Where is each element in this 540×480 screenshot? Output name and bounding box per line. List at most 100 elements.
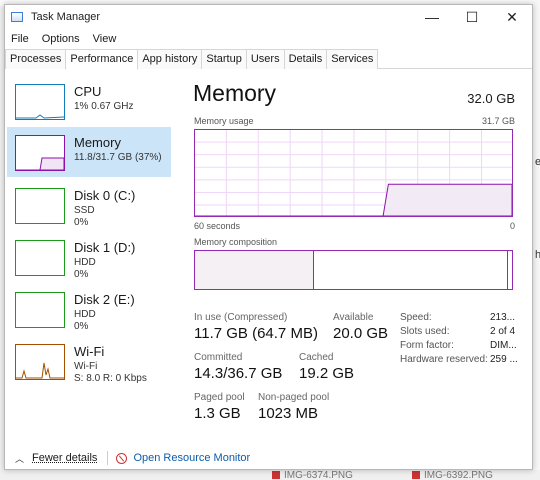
- menu-options[interactable]: Options: [42, 33, 80, 45]
- resource-item-disk-0[interactable]: Disk 0 (C:) SSD 0%: [7, 180, 171, 230]
- usage-graph-label: Memory usage: [194, 116, 254, 126]
- resource-name: Wi-Fi: [74, 344, 105, 359]
- image-file-icon: [412, 471, 420, 479]
- footer-bar: ︿ Fewer details Open Resource Monitor: [5, 446, 532, 470]
- stat-value: 20.0 GB: [333, 325, 389, 342]
- menu-view[interactable]: View: [93, 33, 117, 45]
- resource-detail: 1% 0.67 GHz: [74, 101, 134, 112]
- background-file-name: IMG-6374.PNG: [284, 470, 353, 480]
- cpu-thumbnail-graph: [15, 84, 65, 120]
- resource-type: HDD: [74, 257, 96, 268]
- memory-thumbnail-graph: [15, 135, 65, 171]
- fewer-details-link[interactable]: Fewer details: [32, 452, 97, 464]
- property-row: Form factor: DIM...: [400, 340, 520, 354]
- stat-committed: Committed 14.3/36.7 GB: [194, 352, 282, 382]
- wifi-sparkline: [16, 362, 64, 379]
- cpu-sparkline: [16, 114, 64, 119]
- resource-name: CPU: [74, 84, 102, 99]
- memory-properties: Speed: 213... Slots used: 2 of 4 Form fact…: [400, 312, 520, 368]
- wifi-thumbnail-graph: [15, 344, 65, 380]
- resource-name: Memory: [74, 135, 121, 150]
- tab-details[interactable]: Details: [283, 49, 328, 69]
- composition-label: Memory composition: [194, 237, 278, 247]
- footer-divider: [107, 451, 109, 465]
- background-text: ev: [535, 156, 540, 168]
- resource-item-disk-2[interactable]: Disk 2 (E:) HDD 0%: [7, 284, 171, 334]
- memory-sparkline: [16, 157, 64, 170]
- resource-detail: 0%: [74, 269, 89, 280]
- property-key: Speed:: [400, 312, 432, 323]
- task-manager-icon: [11, 12, 23, 22]
- stat-value: 11.7 GB (64.7 MB): [194, 325, 318, 342]
- page-title: Memory: [193, 80, 277, 106]
- property-row: Hardware reserved: 259 ...: [400, 354, 520, 368]
- stat-in-use: In use (Compressed) 11.7 GB (64.7 MB): [194, 312, 318, 342]
- resource-name: Disk 2 (E:): [74, 292, 135, 307]
- close-button[interactable]: ✕: [492, 5, 532, 29]
- background-file: IMG-6392.PNG: [412, 470, 493, 480]
- resource-detail: 0%: [74, 217, 89, 228]
- stat-paged-pool: Paged pool 1.3 GB: [194, 392, 245, 422]
- stat-label: Available: [333, 312, 374, 323]
- chevron-up-icon[interactable]: ︿: [15, 452, 24, 465]
- stat-value: 14.3/36.7 GB: [194, 365, 283, 382]
- property-key: Form factor:: [400, 340, 454, 351]
- resource-type: SSD: [74, 205, 95, 216]
- resource-item-cpu[interactable]: CPU 1% 0.67 GHz: [7, 76, 171, 126]
- open-resource-monitor-link[interactable]: Open Resource Monitor: [133, 452, 250, 464]
- memory-sparkline-area: [16, 157, 64, 170]
- stat-available: Available 20.0 GB: [333, 312, 388, 342]
- memory-composition-bar[interactable]: [194, 250, 513, 290]
- stat-label: Paged pool: [194, 392, 245, 403]
- stat-non-paged-pool: Non-paged pool 1023 MB: [258, 392, 329, 422]
- resource-item-disk-1[interactable]: Disk 1 (D:) HDD 0%: [7, 232, 171, 282]
- property-row: Speed: 213...: [400, 312, 520, 326]
- desktop: ev h IMG-6374.PNG IMG-6392.PNG Task Mana…: [0, 0, 540, 480]
- disk-2-thumbnail-graph: [15, 292, 65, 328]
- tab-services[interactable]: Services: [326, 49, 379, 69]
- resource-detail: 11.8/31.7 GB (37%): [74, 152, 162, 163]
- background-taskbar-files: IMG-6374.PNG IMG-6392.PNG: [0, 470, 540, 480]
- window-controls: — ☐ ✕: [412, 5, 532, 29]
- stat-value: 1.3 GB: [194, 405, 241, 422]
- menu-bar: File Options View: [5, 29, 129, 49]
- composition-modified-marker[interactable]: [507, 251, 508, 289]
- menu-file[interactable]: File: [11, 33, 29, 45]
- tab-processes[interactable]: Processes: [5, 49, 67, 69]
- resource-detail: 0%: [74, 321, 89, 332]
- resource-monitor-icon[interactable]: [116, 452, 128, 464]
- resource-item-memory[interactable]: Memory 11.8/31.7 GB (37%): [7, 127, 171, 177]
- property-row: Slots used: 2 of 4: [400, 326, 520, 340]
- image-file-icon: [272, 471, 280, 479]
- property-value: DIM...: [490, 340, 517, 351]
- tab-app-history[interactable]: App history: [137, 49, 203, 69]
- window-title: Task Manager: [31, 11, 101, 23]
- property-key: Hardware reserved:: [400, 354, 488, 365]
- stat-label: Committed: [194, 352, 243, 363]
- wifi-sparkline-line: [16, 362, 64, 379]
- background-right-edge: ev h: [533, 0, 540, 480]
- graph-time-end: 0: [509, 221, 515, 231]
- minimize-button[interactable]: —: [412, 5, 452, 29]
- tab-strip: Processes Performance App history Startu…: [5, 49, 532, 70]
- background-text: h: [535, 249, 540, 261]
- memory-usage-graph: [194, 129, 513, 217]
- task-manager-window: Task Manager — ☐ ✕ File Options View Pro…: [4, 4, 533, 470]
- resource-name: Disk 1 (D:): [74, 240, 136, 255]
- memory-usage-plot: [195, 183, 512, 216]
- tab-users[interactable]: Users: [245, 49, 285, 69]
- tab-startup[interactable]: Startup: [201, 49, 247, 69]
- maximize-button[interactable]: ☐: [452, 5, 492, 29]
- tab-performance[interactable]: Performance: [65, 49, 139, 70]
- property-key: Slots used:: [400, 326, 450, 337]
- disk-1-thumbnail-graph: [15, 240, 65, 276]
- resource-item-wifi[interactable]: Wi-Fi Wi-Fi S: 8.0 R: 0 Kbps: [7, 336, 171, 386]
- composition-in-use-segment[interactable]: [195, 251, 314, 289]
- stat-cached: Cached 19.2 GB: [299, 352, 354, 382]
- stat-value: 19.2 GB: [299, 365, 355, 382]
- property-value: 213...: [490, 312, 516, 323]
- title-bar[interactable]: Task Manager — ☐ ✕: [5, 5, 532, 29]
- memory-usage-line: [195, 183, 512, 216]
- stat-label: Non-paged pool: [258, 392, 330, 403]
- stat-label: In use (Compressed): [194, 312, 288, 323]
